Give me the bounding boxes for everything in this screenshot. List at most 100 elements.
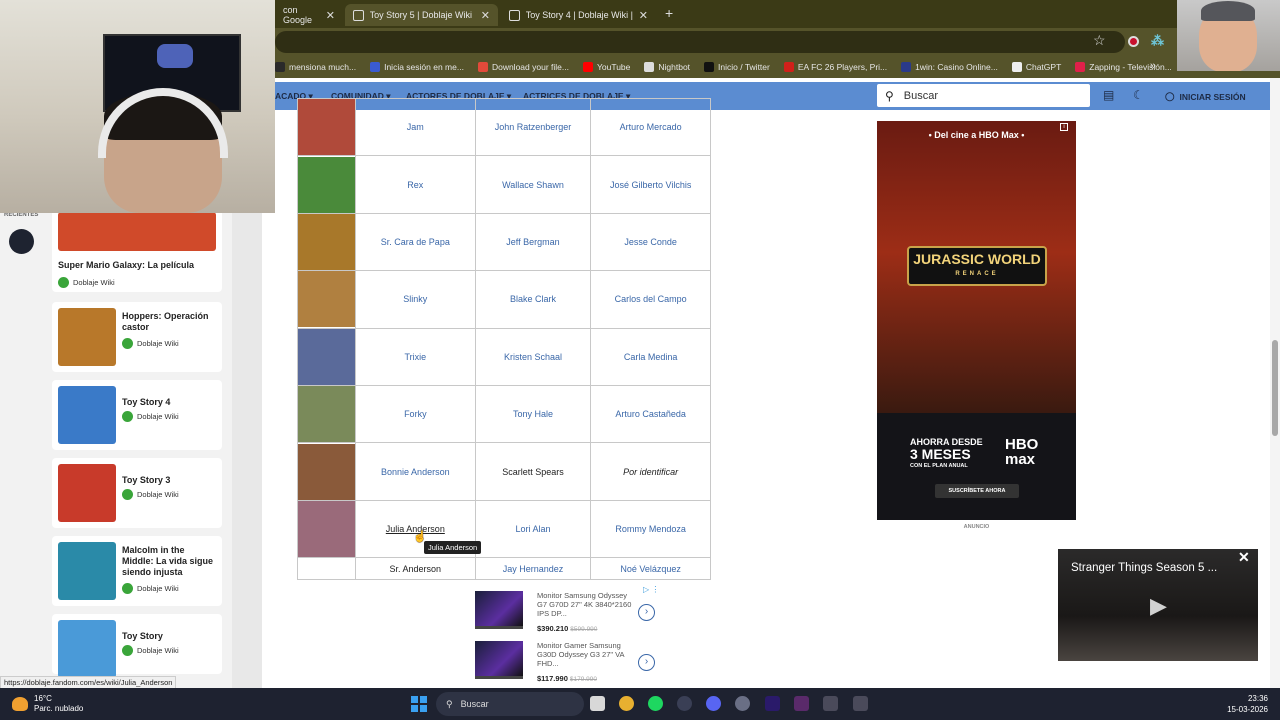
- close-tab-icon[interactable]: ✕: [326, 9, 335, 22]
- more-bookmarks-icon[interactable]: »: [1150, 60, 1156, 72]
- recent-page-card[interactable]: Toy Story 3 Doblaje Wiki: [52, 458, 222, 528]
- bookmark-item[interactable]: mensiona much...: [275, 62, 356, 72]
- recent-page-card[interactable]: Hoppers: Operación castor Doblaje Wiki: [52, 302, 222, 372]
- tab-google[interactable]: con Google ✕: [275, 4, 343, 26]
- search-icon: ⚲: [446, 698, 453, 709]
- cast-cell-dub[interactable]: Arturo Mercado: [590, 97, 711, 157]
- close-icon[interactable]: ✕: [1238, 549, 1250, 566]
- bookmark-item[interactable]: YouTube: [582, 62, 630, 72]
- cast-cell-original[interactable]: Kristen Schaal: [474, 327, 592, 386]
- file-explorer-icon[interactable]: [590, 696, 605, 711]
- discord-icon[interactable]: [706, 696, 721, 711]
- cast-cell-original[interactable]: Blake Clark: [474, 270, 592, 329]
- character-image[interactable]: [297, 499, 356, 559]
- recent-page-card[interactable]: Super Mario Galaxy: La película Doblaje W…: [52, 206, 222, 292]
- extension-icon[interactable]: [1128, 36, 1139, 47]
- cast-cell-character[interactable]: Slinky: [355, 270, 476, 329]
- poster-thumbnail: [58, 542, 116, 600]
- app-icon[interactable]: [677, 696, 692, 711]
- chevron-right-icon[interactable]: ›: [638, 654, 655, 671]
- cast-cell-dub[interactable]: Jesse Conde: [590, 212, 711, 272]
- character-image[interactable]: [297, 327, 356, 386]
- cast-cell-dub[interactable]: Por identificar: [590, 442, 711, 501]
- obs-icon[interactable]: [735, 696, 750, 711]
- character-image[interactable]: [297, 155, 356, 214]
- cast-cell-character[interactable]: Trixie: [355, 327, 476, 386]
- play-icon[interactable]: ▶: [1150, 593, 1167, 619]
- weather-widget[interactable]: 16°C Parc. nublado: [12, 694, 83, 714]
- search-input[interactable]: ⚲ Buscar: [877, 84, 1090, 107]
- ad-info-icon[interactable]: i: [1060, 123, 1068, 131]
- bookmark-item[interactable]: Zapping - Televisión...: [1075, 62, 1172, 72]
- product-ad: ▷ ⋮ Monitor Samsung Odyssey G7 G70D 27" …: [473, 585, 665, 685]
- cast-cell-original[interactable]: Scarlett Spears: [474, 442, 592, 501]
- bookmark-item[interactable]: EA FC 26 Players, Pri...: [783, 62, 887, 72]
- cast-cell-original[interactable]: Lori Alan: [474, 499, 592, 559]
- tab-toy-story-5[interactable]: Toy Story 5 | Doblaje Wiki | Fan✕: [345, 4, 498, 26]
- cast-cell-dub[interactable]: Arturo Castañeda: [590, 384, 711, 444]
- cast-cell-original[interactable]: Jeff Bergman: [474, 212, 592, 272]
- character-image[interactable]: [297, 384, 356, 444]
- card-title: Super Mario Galaxy: La película: [58, 260, 195, 270]
- cast-cell-original[interactable]: Tony Hale: [474, 384, 592, 444]
- card-title: Toy Story: [122, 631, 163, 641]
- close-tab-icon[interactable]: ✕: [639, 9, 648, 22]
- product-item[interactable]: Monitor Samsung Odyssey G7 G70D 27" 4K 3…: [473, 587, 665, 633]
- cast-cell-character[interactable]: Jam: [355, 97, 476, 157]
- hbo-max-ad[interactable]: • Del cine a HBO Max • i JURASSIC WORLD …: [877, 121, 1076, 520]
- subscribe-button[interactable]: SUSCRÍBETE AHORA: [935, 484, 1019, 498]
- cast-cell-character[interactable]: Rex: [355, 155, 476, 214]
- extension-icon[interactable]: ⁂: [1151, 33, 1164, 49]
- cast-cell-original[interactable]: Jay Hernandez: [474, 557, 592, 581]
- character-image[interactable]: [297, 212, 356, 272]
- scrollbar-thumb[interactable]: [1272, 340, 1278, 436]
- cast-cell-character[interactable]: Bonnie Anderson: [355, 442, 476, 501]
- new-tab-icon[interactable]: +: [665, 5, 673, 21]
- premiere-icon[interactable]: [765, 696, 780, 711]
- cast-cell-dub[interactable]: Rommy Mendoza: [590, 499, 711, 559]
- bookmark-item[interactable]: Inicio / Twitter: [704, 62, 770, 72]
- bookmark-item[interactable]: 1win: Casino Online...: [901, 62, 998, 72]
- tab-toy-story-4[interactable]: Toy Story 4 | Doblaje Wiki | Fan✕: [501, 4, 656, 26]
- card-source: Doblaje Wiki: [58, 277, 115, 288]
- cast-cell-character[interactable]: Sr. Anderson: [355, 557, 476, 581]
- signin-button[interactable]: ◯ INICIAR SESIÓN: [1165, 91, 1246, 102]
- bookmark-item[interactable]: ChatGPT: [1011, 62, 1061, 72]
- cast-cell-dub[interactable]: Carla Medina: [590, 327, 711, 386]
- character-image[interactable]: [297, 442, 356, 501]
- character-image[interactable]: [297, 270, 356, 329]
- taskbar-search[interactable]: ⚲ Buscar: [436, 692, 584, 716]
- bookmark-item[interactable]: Nightbot: [644, 62, 690, 72]
- bookmark-item[interactable]: Inicia sesión en me...: [370, 62, 464, 72]
- search-icon: ⚲: [885, 88, 894, 103]
- app-icon[interactable]: [794, 696, 809, 711]
- start-button[interactable]: [411, 696, 427, 712]
- app-icon[interactable]: [823, 696, 838, 711]
- product-item[interactable]: Monitor Gamer Samsung G30D Odyssey G3 27…: [473, 637, 665, 683]
- cast-cell-dub[interactable]: Noé Velázquez: [590, 557, 711, 581]
- chrome-icon[interactable]: [619, 696, 634, 711]
- app-icon[interactable]: [853, 696, 868, 711]
- cast-cell-character[interactable]: Forky: [355, 384, 476, 444]
- cast-cell-dub[interactable]: José Gilberto Vilchis: [590, 155, 711, 214]
- recent-avatar[interactable]: [9, 229, 34, 254]
- bookmark-star-icon[interactable]: ☆: [1093, 32, 1106, 49]
- recent-page-card[interactable]: Toy Story Doblaje Wiki: [52, 614, 222, 678]
- close-tab-icon[interactable]: ✕: [481, 9, 490, 22]
- spotify-icon[interactable]: [648, 696, 663, 711]
- dark-mode-icon[interactable]: ☾: [1133, 88, 1144, 102]
- recent-page-card[interactable]: Toy Story 4 Doblaje Wiki: [52, 380, 222, 450]
- cast-cell-dub[interactable]: Carlos del Campo: [590, 270, 711, 329]
- address-bar[interactable]: [275, 31, 1125, 53]
- recent-page-card[interactable]: Malcolm in the Middle: La vida sigue sie…: [52, 536, 222, 606]
- chevron-right-icon[interactable]: ›: [638, 604, 655, 621]
- table-row: Trixie Kristen Schaal Carla Medina: [297, 327, 711, 386]
- cast-cell-original[interactable]: Wallace Shawn: [474, 155, 592, 214]
- bookmark-item[interactable]: Download your file...: [477, 62, 569, 72]
- video-player[interactable]: Stranger Things Season 5 ... ✕ ▶: [1058, 549, 1258, 661]
- character-image[interactable]: [297, 97, 356, 157]
- cast-cell-original[interactable]: John Ratzenberger: [474, 97, 592, 157]
- cast-cell-character[interactable]: Sr. Cara de Papa: [355, 212, 476, 272]
- cast-table: Jam John Ratzenberger Arturo Mercado Rex Wal…: [297, 97, 711, 581]
- discussions-icon[interactable]: ▤: [1103, 88, 1114, 102]
